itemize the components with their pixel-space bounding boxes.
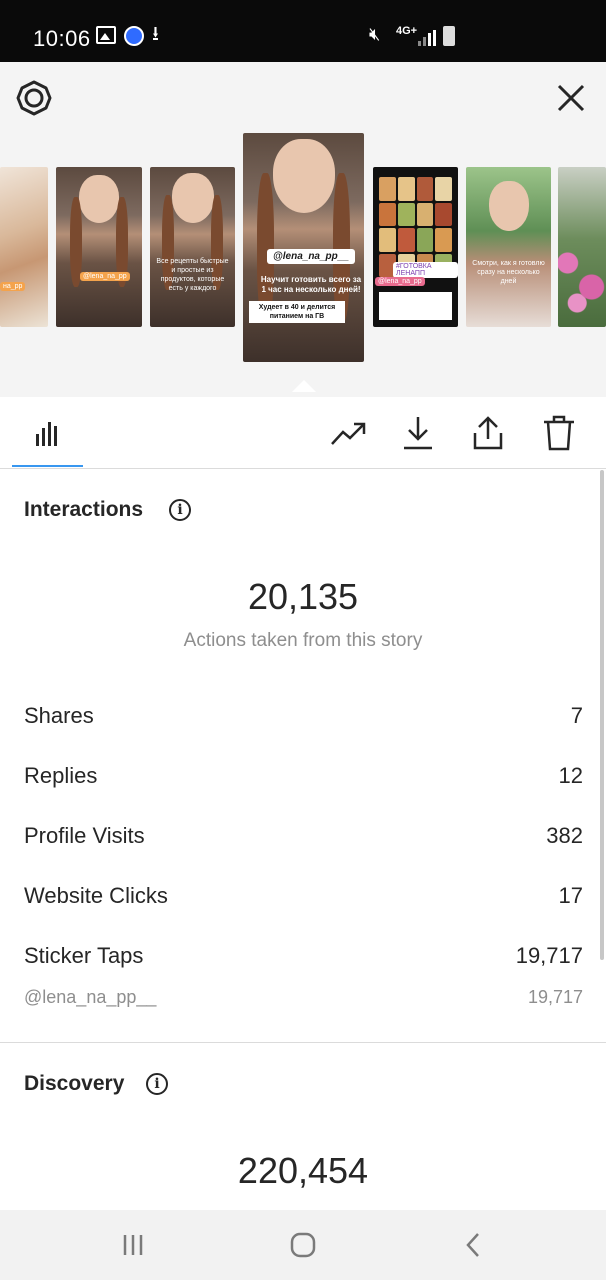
section-divider: [0, 1042, 606, 1043]
mention-tag: на_pp: [0, 282, 26, 291]
home-icon: [290, 1232, 316, 1258]
info-icon[interactable]: i: [169, 499, 191, 521]
discovery-title: Discovery: [24, 1072, 125, 1095]
sticker-mention: @lena_na_pp__: [24, 987, 157, 1007]
download-button[interactable]: [398, 413, 438, 453]
interactions-total: 20,135: [247, 576, 359, 617]
metric-label: Replies: [24, 763, 98, 788]
download-icon: ⭳: [152, 23, 159, 45]
share-button[interactable]: [468, 413, 508, 453]
promote-button[interactable]: [329, 413, 369, 453]
recents-button[interactable]: [113, 1228, 153, 1262]
hashtag-tag: #ГОТОВКА ЛЕНАПП: [393, 262, 458, 278]
sticker-sub-row: @lena_na_pp__ 19,717: [24, 987, 583, 1011]
settings-gear-icon: [16, 80, 52, 116]
close-button[interactable]: [553, 80, 589, 116]
mention-tag: @lena_na_pp: [375, 277, 425, 286]
signal-icon: [418, 30, 436, 46]
insights-content: Interactions i 20,135 Actions taken from…: [0, 470, 606, 1210]
mention-tag: @lena_na_pp: [80, 272, 130, 281]
story-strip-area: на_pp @lena_na_pp Все рецепты быстрые и …: [0, 62, 606, 397]
status-bar: 10:06 ⭳ 🔇︎ 4G+: [0, 0, 606, 62]
story-thumbnail[interactable]: Все рецепты быстрые и простые из продукт…: [150, 167, 235, 327]
story-caption: Все рецепты быстрые и простые из продукт…: [156, 258, 229, 292]
gallery-icon: [96, 26, 116, 44]
metric-value: 17: [558, 883, 583, 908]
mention-tag: @lena_na_pp__: [267, 249, 355, 264]
story-thumbnail[interactable]: #ГОТОВКА ЛЕНАПП @lena_na_pp: [373, 167, 458, 327]
active-tab-indicator: [12, 465, 83, 467]
scrollbar[interactable]: [600, 470, 604, 960]
home-button[interactable]: [283, 1228, 323, 1262]
metric-value: 12: [558, 763, 583, 788]
metric-label: Profile Visits: [24, 823, 145, 848]
story-thumbnail-selected[interactable]: @lena_na_pp__ Научит готовить всего за 1…: [243, 133, 364, 362]
interactions-caption: Actions taken from this story: [183, 630, 423, 651]
metric-row: Profile Visits 382: [24, 823, 583, 853]
back-button[interactable]: [453, 1228, 493, 1262]
promote-trend-icon: [331, 422, 366, 445]
back-icon: [466, 1233, 479, 1257]
download-icon: [404, 417, 432, 450]
story-thumbnail[interactable]: Смотри, как я готовлю сразу на несколько…: [466, 167, 551, 327]
status-time: 10:06: [33, 26, 91, 51]
story-text-box: Худеет в 40 и делится питанием на ГВ: [249, 301, 345, 323]
metric-label: Website Clicks: [24, 883, 168, 908]
circle-app-icon: [124, 26, 144, 46]
story-toolbar: [0, 397, 606, 469]
metric-value: 7: [570, 703, 583, 728]
info-icon[interactable]: i: [146, 1073, 168, 1095]
metric-value: 382: [546, 823, 583, 848]
interactions-title: Interactions: [24, 498, 144, 521]
metric-row: Replies 12: [24, 763, 583, 793]
delete-trash-icon: [544, 415, 574, 451]
system-nav-bar: [0, 1210, 606, 1280]
insights-bar-chart-icon: [36, 422, 57, 446]
delete-button[interactable]: [539, 413, 579, 453]
story-thumbnail[interactable]: на_pp: [0, 167, 48, 327]
battery-icon: [443, 26, 455, 46]
metric-row: Website Clicks 17: [24, 883, 583, 913]
story-thumbnail[interactable]: @lena_na_pp: [56, 167, 142, 327]
metric-value: 19,717: [515, 943, 583, 968]
sticker-mention-value: 19,717: [527, 987, 583, 1007]
mute-icon: 🔇︎: [369, 24, 381, 44]
metric-row: Shares 7: [24, 703, 583, 733]
story-thumbnail[interactable]: [558, 167, 606, 327]
share-icon: [473, 416, 503, 450]
recents-icon: [123, 1235, 143, 1255]
close-icon: [557, 84, 585, 112]
story-caption: Смотри, как я готовлю сразу на несколько…: [472, 260, 545, 285]
network-type: 4G+: [396, 25, 418, 37]
story-text: Научит готовить всего за 1 час на нескол…: [260, 275, 362, 294]
selected-pointer: [292, 380, 316, 392]
discovery-total: 220,454: [237, 1150, 369, 1191]
insights-tab[interactable]: [27, 413, 67, 453]
metric-label: Shares: [24, 703, 94, 728]
settings-button[interactable]: [16, 80, 52, 116]
metric-label: Sticker Taps: [24, 943, 144, 968]
metric-row: Sticker Taps 19,717: [24, 943, 583, 973]
